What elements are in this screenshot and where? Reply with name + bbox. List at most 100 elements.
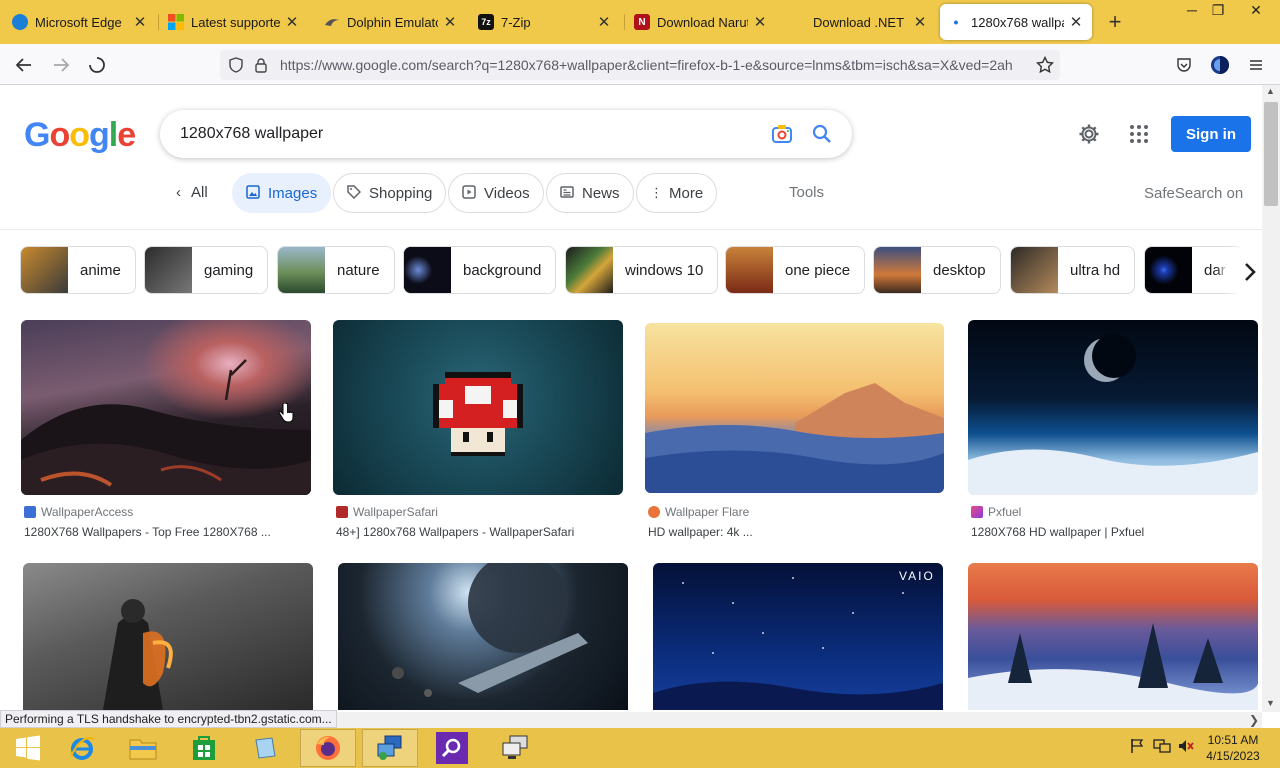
search-box[interactable] bbox=[160, 110, 852, 158]
result-image[interactable] bbox=[333, 320, 623, 495]
maximize-button[interactable]: ❐ bbox=[1202, 0, 1234, 22]
dolphin-icon bbox=[324, 14, 340, 30]
start-button[interactable] bbox=[0, 729, 56, 767]
tab-close-icon[interactable]: ✕ bbox=[284, 13, 300, 31]
tools-button[interactable]: Tools bbox=[789, 184, 824, 201]
apps-grid-icon[interactable] bbox=[1127, 122, 1151, 146]
related-search-windows-10[interactable]: windows 10 bbox=[565, 246, 719, 294]
result-image[interactable] bbox=[968, 563, 1258, 710]
tab-download-dotnet[interactable]: Download .NET Fra ✕ bbox=[782, 4, 936, 40]
result-image[interactable] bbox=[968, 320, 1258, 495]
related-thumbnail bbox=[21, 247, 68, 293]
sign-in-button[interactable]: Sign in bbox=[1171, 116, 1251, 152]
result-source[interactable]: Pxfuel bbox=[971, 505, 1021, 519]
safesearch-button[interactable]: SafeSearch on bbox=[1144, 185, 1243, 202]
result-image[interactable]: VAIO bbox=[653, 563, 943, 710]
taskbar-network[interactable] bbox=[487, 729, 543, 767]
camera-icon[interactable] bbox=[770, 122, 794, 146]
taskbar-file-explorer[interactable] bbox=[115, 729, 171, 767]
tab-label: 1280x768 wallpape bbox=[971, 14, 1064, 30]
result-image[interactable] bbox=[21, 320, 311, 495]
tab-close-icon[interactable]: ✕ bbox=[912, 13, 928, 31]
tab-images-label: Images bbox=[268, 184, 318, 202]
close-window-button[interactable]: ✕ bbox=[1236, 0, 1276, 22]
scroll-right-arrow-icon[interactable]: ❯ bbox=[1249, 713, 1259, 727]
result-title[interactable]: 1280X768 HD wallpaper | Pxfuel bbox=[971, 525, 1261, 539]
tab-label: Dolphin Emulator bbox=[347, 14, 438, 30]
related-thumbnail bbox=[145, 247, 192, 293]
tab-close-icon[interactable]: ✕ bbox=[1068, 13, 1084, 31]
result-source[interactable]: Wallpaper Flare bbox=[648, 505, 749, 519]
related-search-background[interactable]: background bbox=[403, 246, 557, 294]
result-source[interactable]: WallpaperAccess bbox=[24, 505, 133, 519]
tab-all-label: All bbox=[191, 184, 208, 201]
tab-download-naruto[interactable]: N Download Naruto ✕ bbox=[626, 4, 776, 40]
new-tab-button[interactable]: + bbox=[1102, 8, 1128, 36]
result-title[interactable]: 48+] 1280x768 Wallpapers - WallpaperSafa… bbox=[336, 525, 626, 539]
tab-close-icon[interactable]: ✕ bbox=[596, 13, 612, 31]
related-thumbnail bbox=[726, 247, 773, 293]
settings-gear-icon[interactable] bbox=[1077, 122, 1101, 146]
related-thumbnail bbox=[404, 247, 451, 293]
url-text[interactable]: https://www.google.com/search?q=1280x768… bbox=[280, 57, 1042, 73]
volume-muted-icon[interactable] bbox=[1177, 738, 1195, 757]
address-bar[interactable]: https://www.google.com/search?q=1280x768… bbox=[220, 50, 1060, 80]
horizontal-scrollbar[interactable] bbox=[330, 712, 1262, 728]
tab-shopping[interactable]: Shopping bbox=[333, 173, 447, 213]
bookmark-star-icon[interactable] bbox=[1035, 55, 1055, 79]
vertical-scrollbar-thumb[interactable] bbox=[1264, 102, 1278, 206]
tab-dolphin-emulator[interactable]: Dolphin Emulator ✕ bbox=[316, 4, 466, 40]
tab-close-icon[interactable]: ✕ bbox=[752, 13, 768, 31]
taskbar-firefox[interactable] bbox=[300, 729, 356, 767]
tab-news[interactable]: News bbox=[546, 173, 634, 213]
tab-videos[interactable]: Videos bbox=[448, 173, 544, 213]
action-center-flag-icon[interactable] bbox=[1129, 738, 1145, 757]
tab-close-icon[interactable]: ✕ bbox=[132, 13, 148, 31]
forward-button[interactable] bbox=[48, 52, 74, 78]
tab-videos-label: Videos bbox=[484, 184, 530, 202]
taskbar-magnifier[interactable] bbox=[424, 729, 480, 767]
scroll-up-arrow-icon[interactable]: ▲ bbox=[1266, 86, 1275, 96]
related-label: ultra hd bbox=[1070, 261, 1121, 279]
lock-icon[interactable] bbox=[254, 57, 268, 78]
result-source[interactable]: WallpaperSafari bbox=[336, 505, 438, 519]
taskbar-internet-explorer[interactable] bbox=[54, 729, 110, 767]
result-image[interactable] bbox=[23, 563, 313, 710]
menu-button[interactable] bbox=[1243, 52, 1269, 78]
taskbar-notepad[interactable] bbox=[237, 729, 293, 767]
tab-1280x768-wallpaper[interactable]: • 1280x768 wallpape ✕ bbox=[940, 4, 1092, 40]
result-title[interactable]: 1280X768 Wallpapers - Top Free 1280X768 … bbox=[24, 525, 314, 539]
tab-latest-supported[interactable]: Latest supported V ✕ bbox=[160, 4, 308, 40]
search-icon[interactable] bbox=[810, 122, 834, 146]
related-search-anime[interactable]: anime bbox=[20, 246, 136, 294]
network-tray-icon[interactable] bbox=[1153, 738, 1171, 757]
tab-all[interactable]: ‹ All bbox=[176, 184, 208, 201]
result-image[interactable] bbox=[645, 323, 944, 493]
related-search-nature[interactable]: nature bbox=[277, 246, 395, 294]
tab-microsoft-edge[interactable]: Microsoft Edge ✕ bbox=[4, 4, 156, 40]
related-search-gaming[interactable]: gaming bbox=[144, 246, 269, 294]
loading-spinner-icon bbox=[89, 57, 105, 73]
related-search-desktop[interactable]: desktop bbox=[873, 246, 1001, 294]
google-logo[interactable]: Google bbox=[24, 116, 136, 155]
taskbar-clock[interactable]: 10:51 AM 4/15/2023 bbox=[1200, 732, 1266, 764]
search-input[interactable] bbox=[180, 122, 760, 146]
result-title[interactable]: HD wallpaper: 4k ... bbox=[648, 525, 938, 539]
tab-images[interactable]: Images bbox=[232, 173, 332, 213]
taskbar-remote-desktop[interactable] bbox=[362, 729, 418, 767]
scroll-down-arrow-icon[interactable]: ▼ bbox=[1266, 698, 1275, 708]
tracking-shield-icon[interactable] bbox=[228, 57, 244, 78]
stop-loading-button[interactable] bbox=[84, 52, 110, 78]
account-button[interactable] bbox=[1207, 52, 1233, 78]
back-button[interactable] bbox=[11, 52, 37, 78]
related-search-one-piece[interactable]: one piece bbox=[725, 246, 866, 294]
related-thumbnail bbox=[1011, 247, 1058, 293]
tab-7zip[interactable]: 7z 7-Zip ✕ bbox=[470, 4, 620, 40]
tab-close-icon[interactable]: ✕ bbox=[442, 13, 458, 31]
related-search-ultra-hd[interactable]: ultra hd bbox=[1010, 246, 1136, 294]
wallpaperflare-favicon-icon bbox=[648, 506, 660, 518]
result-image[interactable] bbox=[338, 563, 628, 710]
pocket-button[interactable] bbox=[1171, 52, 1197, 78]
taskbar-store[interactable] bbox=[176, 729, 232, 767]
tab-more[interactable]: ⋮ More bbox=[636, 173, 718, 213]
